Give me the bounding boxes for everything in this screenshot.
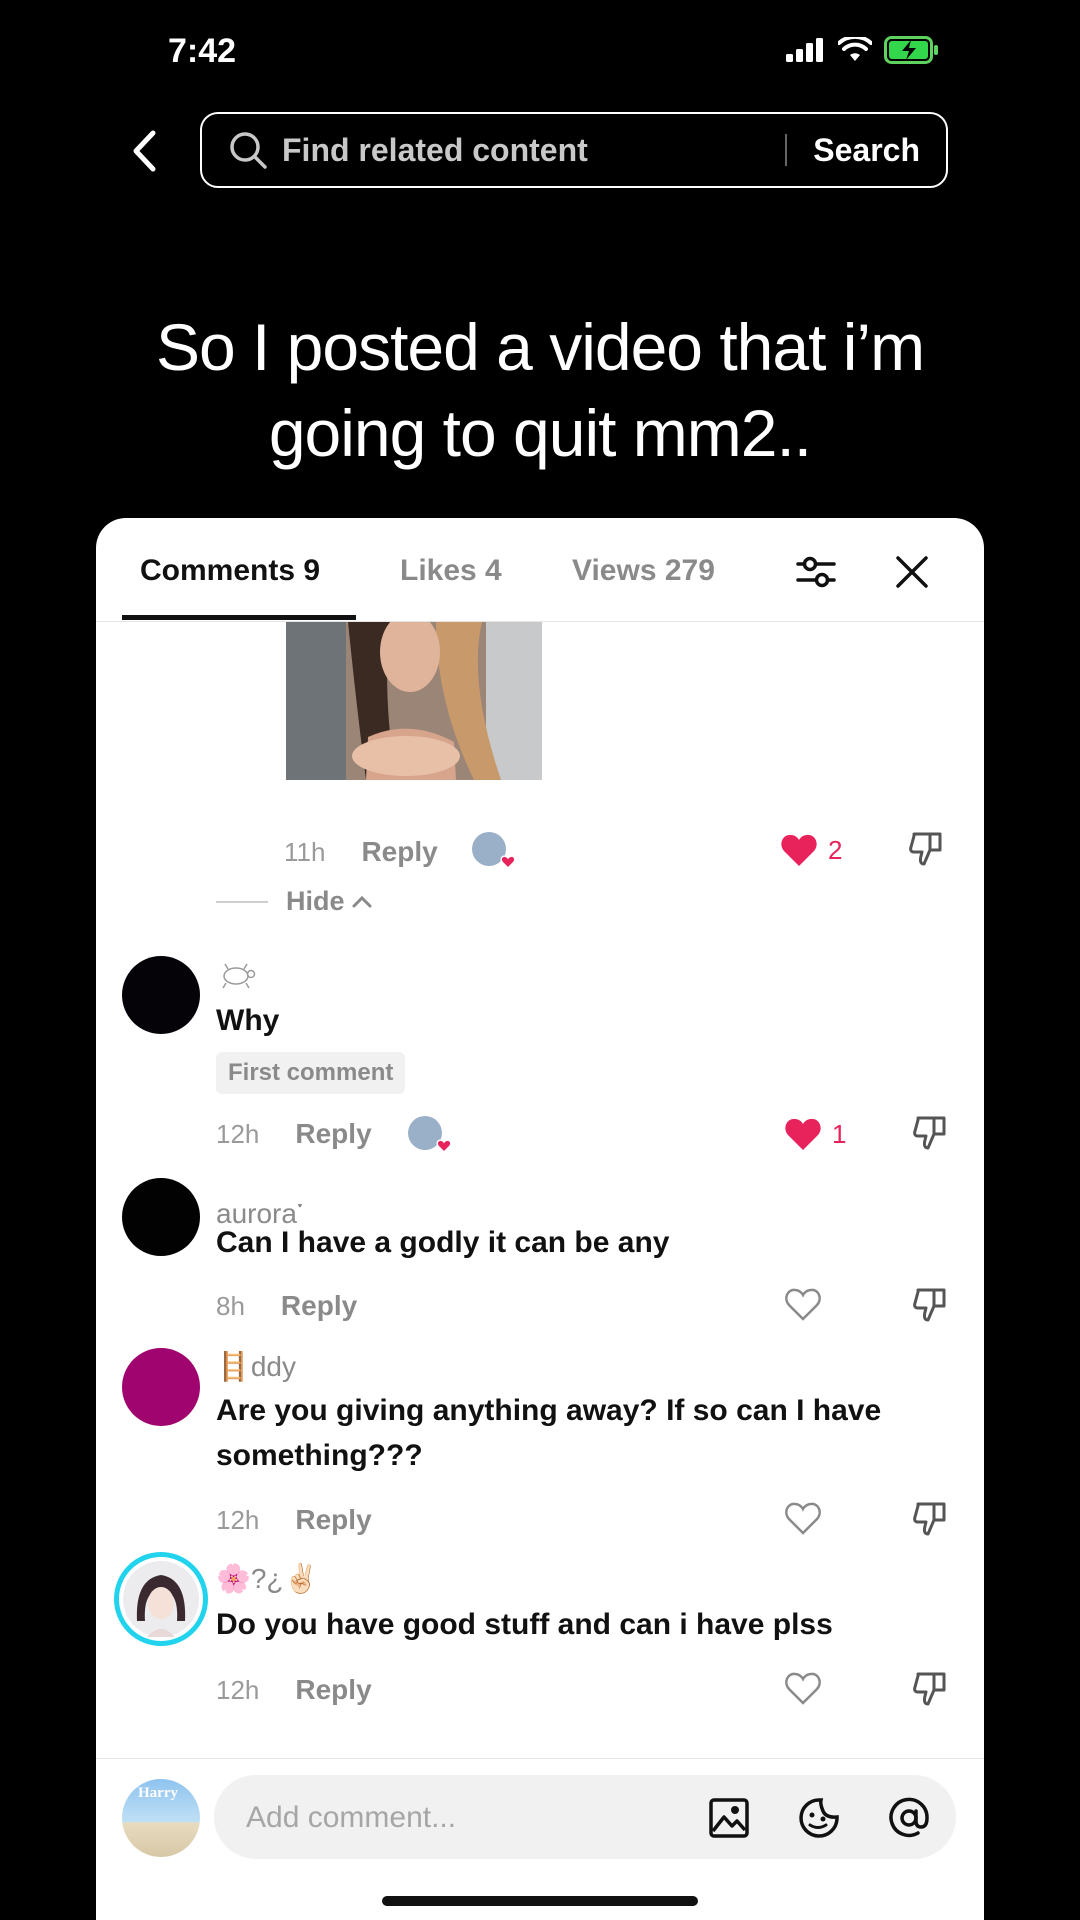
battery-charging-icon — [884, 36, 938, 64]
comments-panel: Comments 9 Likes 4 Views 279 11h Reply 2… — [96, 518, 984, 1920]
emoji-sticker-icon[interactable] — [798, 1797, 840, 1839]
heart-outline-icon[interactable] — [784, 1286, 822, 1322]
dislike-icon[interactable] — [912, 1284, 952, 1324]
reply-button[interactable]: Reply — [295, 1118, 371, 1150]
hide-divider — [216, 900, 268, 903]
tab-comments[interactable]: Comments 9 — [140, 554, 320, 588]
comment-text: Do you have good stuff and can i have pl… — [216, 1608, 833, 1641]
anime-avatar-picture — [123, 1561, 199, 1637]
first-comment-badge: First comment — [216, 1052, 406, 1094]
dislike-icon[interactable] — [912, 1668, 952, 1708]
filter-icon[interactable] — [794, 550, 838, 594]
comment-time: 12h — [216, 1504, 260, 1535]
caption-line-1: So I posted a video that i’m — [155, 310, 925, 384]
chevron-left-icon — [133, 130, 156, 172]
video-caption: So I posted a video that i’m going to qu… — [60, 304, 1020, 476]
commenter-avatar[interactable] — [122, 1348, 200, 1426]
creator-liked-avatar — [472, 832, 516, 870]
heart-outline-icon[interactable] — [784, 1670, 822, 1706]
heart-filled-icon — [785, 1118, 821, 1150]
signal-icon — [786, 38, 823, 62]
status-bar: 7:42 — [0, 0, 1080, 100]
comment-text: Why — [216, 1004, 280, 1037]
comment-meta-row: 8h Reply — [216, 1290, 357, 1322]
comment-text: Can I have a godly it can be any — [216, 1226, 670, 1259]
tab-likes[interactable]: Likes 4 — [400, 554, 502, 588]
mention-icon[interactable] — [888, 1797, 930, 1839]
comment-image[interactable] — [286, 622, 542, 780]
hide-replies-toggle[interactable]: Hide — [216, 886, 373, 917]
reply-time: 11h — [284, 836, 326, 867]
wifi-icon — [838, 37, 872, 61]
reply-button[interactable]: Reply — [295, 1674, 371, 1706]
back-button[interactable] — [124, 126, 164, 176]
creator-liked-avatar — [408, 1116, 452, 1154]
active-tab-indicator — [122, 615, 356, 620]
comment-meta-row: 12h Reply — [216, 1674, 372, 1706]
search-button[interactable]: Search — [813, 132, 920, 169]
comment-username[interactable]: 🌸?¿✌🏻 — [216, 1562, 318, 1595]
comment-time: 12h — [216, 1118, 260, 1149]
chevron-up-icon — [352, 895, 372, 907]
status-time: 7:42 — [168, 32, 237, 70]
close-icon[interactable] — [892, 552, 932, 592]
caption-line-2: going to quit mm2.. — [268, 396, 812, 470]
search-icon — [230, 132, 267, 169]
user-avatar-label: Harry — [138, 1785, 178, 1801]
search-input[interactable]: Find related content — [282, 132, 785, 169]
reply-button[interactable]: Reply — [295, 1504, 371, 1536]
panel-tabs: Comments 9 Likes 4 Views 279 — [96, 518, 984, 622]
heart-outline-icon[interactable] — [784, 1500, 822, 1536]
user-avatar[interactable]: Harry — [122, 1779, 200, 1857]
search-divider — [785, 134, 788, 166]
commenter-avatar[interactable] — [122, 956, 200, 1034]
tab-views[interactable]: Views 279 — [572, 554, 715, 588]
comment-text: Are you giving anything away? If so can … — [216, 1394, 882, 1472]
comment-like-group[interactable]: 1 — [784, 1116, 846, 1152]
reply-button[interactable]: Reply — [361, 836, 437, 868]
comment-input[interactable]: Add comment... — [214, 1775, 956, 1859]
comment-meta-row: 12h Reply — [216, 1504, 372, 1536]
image-icon[interactable] — [708, 1797, 750, 1839]
reply-like-count: 2 — [828, 834, 843, 865]
comment-input-placeholder: Add comment... — [246, 1801, 457, 1834]
dislike-icon[interactable] — [912, 1112, 952, 1152]
search-bar[interactable]: Find related content Search — [200, 112, 948, 188]
comment-time: 12h — [216, 1674, 260, 1705]
reply-meta-row: 11h Reply — [284, 836, 438, 868]
comment-image-picture — [286, 622, 542, 780]
heart-filled-icon — [781, 834, 817, 866]
comment-meta-row: 12h Reply — [216, 1118, 372, 1150]
comment-time: 8h — [216, 1290, 245, 1321]
creator-heart-icon — [500, 855, 516, 870]
comment-username[interactable]: 🪜ddy — [216, 1350, 296, 1383]
commenter-avatar[interactable] — [114, 1552, 208, 1646]
hide-label: Hide — [286, 886, 345, 916]
reply-button[interactable]: Reply — [281, 1290, 357, 1322]
dislike-icon[interactable] — [908, 828, 948, 868]
turtle-icon — [222, 963, 256, 989]
home-indicator — [382, 1896, 698, 1906]
dislike-icon[interactable] — [912, 1498, 952, 1538]
creator-heart-icon — [436, 1139, 452, 1154]
commenter-avatar[interactable] — [122, 1178, 200, 1256]
status-icons — [786, 36, 940, 64]
reply-like-group[interactable]: 2 — [780, 832, 842, 868]
comment-like-count: 1 — [832, 1118, 847, 1149]
